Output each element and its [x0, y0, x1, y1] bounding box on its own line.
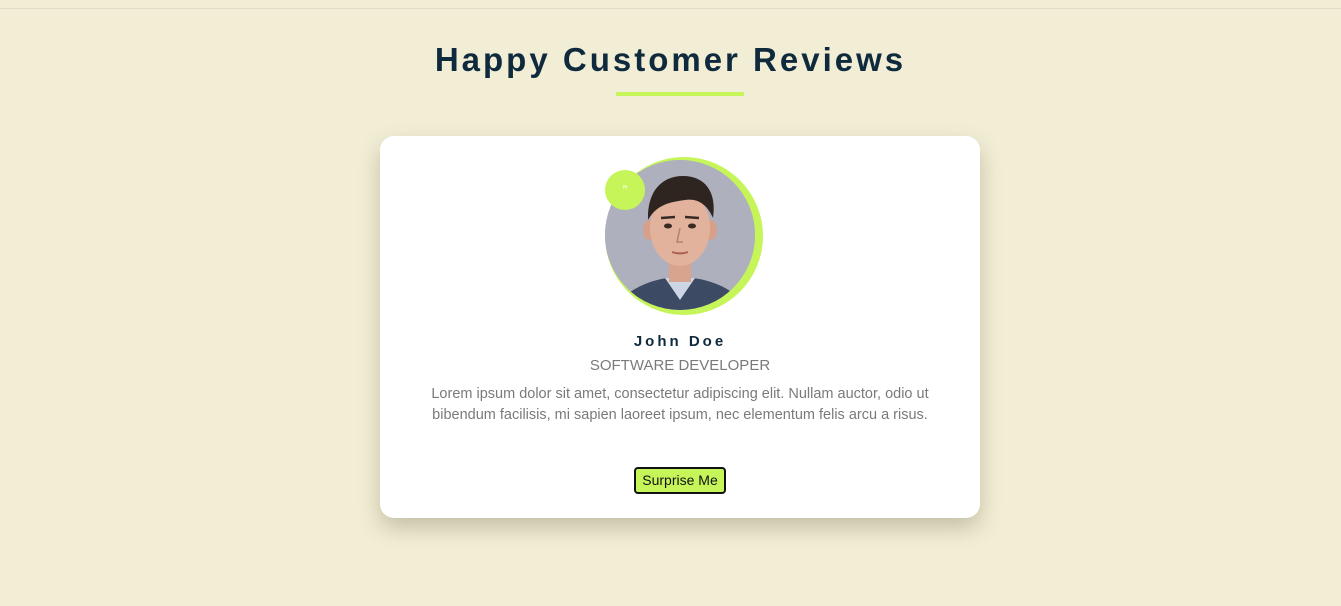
title-underline [616, 92, 744, 96]
review-text: Lorem ipsum dolor sit amet, consectetur … [431, 386, 929, 423]
page-title: Happy Customer Reviews [434, 41, 907, 78]
reviewer-name: John Doe [633, 333, 727, 350]
review-card: ” John Doe SOFTWARE DEVELOPER Lorem ipsu… [380, 136, 980, 518]
top-divider [0, 8, 1341, 9]
surprise-me-button[interactable]: Surprise Me [634, 467, 726, 494]
quote-icon: ” [605, 170, 645, 210]
reviewer-role: SOFTWARE DEVELOPER [589, 357, 771, 374]
